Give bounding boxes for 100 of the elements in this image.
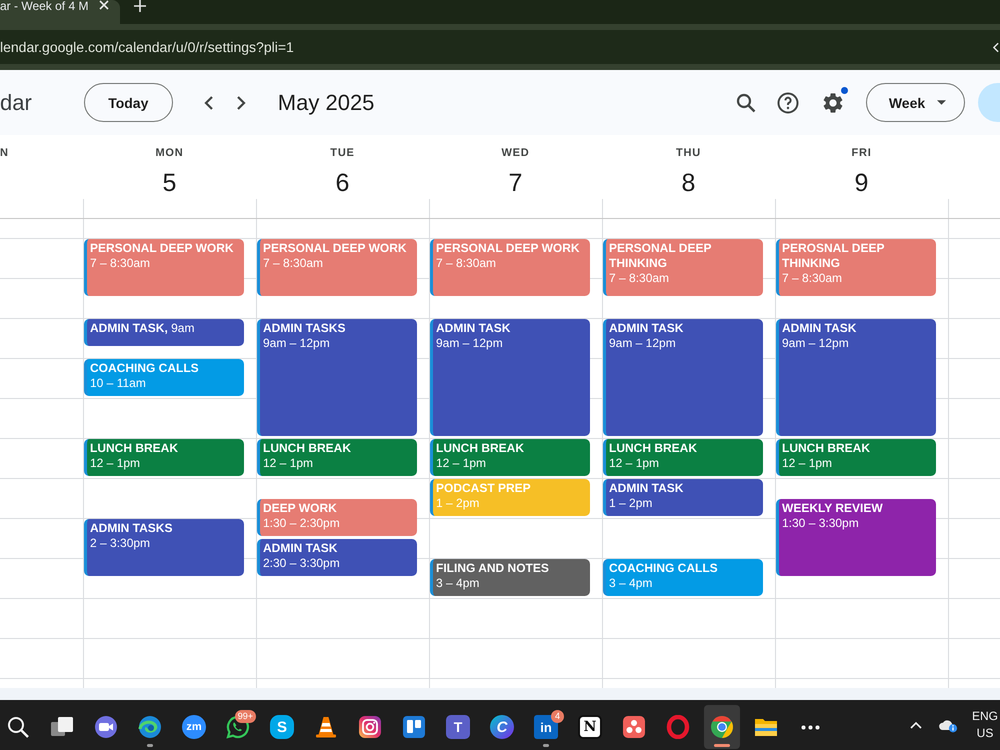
help-icon[interactable]: [776, 90, 800, 114]
day-number[interactable]: 5: [162, 168, 176, 198]
event-time: 12 – 1pm: [609, 456, 660, 471]
event-time: 1 – 2pm: [609, 496, 652, 511]
event-card[interactable]: LUNCH BREAK 12 – 1pm: [776, 439, 936, 476]
chevron-left-icon[interactable]: [993, 42, 999, 52]
event-card[interactable]: FILING AND NOTES 3 – 4pm: [430, 559, 590, 596]
rounded-camera-icon: [358, 715, 382, 739]
event-card[interactable]: WEEKLY REVIEW 1:30 – 3:30pm: [776, 499, 936, 576]
chevron-up-icon[interactable]: [910, 721, 922, 729]
event-title: PODCAST PREP: [436, 481, 531, 496]
event-time: 3 – 4pm: [436, 576, 480, 591]
event-time: 7 – 8:30am: [436, 256, 496, 271]
event-card[interactable]: ADMIN TASKS 9am – 12pm: [257, 319, 417, 436]
address-bar[interactable]: lendar.google.com/calendar/u/0/r/settings?pli=1: [0, 30, 1000, 64]
event-title: ADMIN TASKS: [263, 321, 346, 336]
event-title: PERSONAL DEEP WORK: [263, 241, 407, 256]
event-title: PEROSNAL DEEP THINKING: [782, 241, 886, 271]
event-title: ADMIN TASK: [609, 321, 684, 336]
day-number[interactable]: 6: [336, 168, 350, 198]
event-title: LUNCH BREAK: [782, 441, 870, 456]
event-title: COACHING CALLS: [90, 361, 199, 376]
event-title: COACHING CALLS: [609, 561, 718, 576]
weekday-label: TUE: [330, 146, 355, 160]
weekday-label: N: [0, 146, 9, 160]
dots-tile-icon: [622, 715, 646, 739]
event-card[interactable]: LUNCH BREAK 12 – 1pm: [84, 439, 244, 476]
weekday-label: THU: [676, 146, 701, 160]
event-card[interactable]: LUNCH BREAK 12 – 1pm: [430, 439, 590, 476]
event-time: 9am – 12pm: [782, 336, 849, 351]
event-title: WEEKLY REVIEW: [782, 501, 883, 516]
event-card[interactable]: ADMIN TASKS 2 – 3:30pm: [84, 519, 244, 576]
taskbar-button[interactable]: N: [572, 705, 608, 749]
settings-icon[interactable]: [821, 90, 845, 114]
ring-icon: [666, 715, 690, 739]
event-card[interactable]: ADMIN TASK, 9am: [84, 319, 244, 346]
cloud-icon[interactable]: [938, 718, 958, 732]
event-title: LUNCH BREAK: [609, 441, 697, 456]
day-number[interactable]: 8: [682, 168, 696, 198]
event-card[interactable]: LUNCH BREAK 12 – 1pm: [257, 439, 417, 476]
event-time: 1:30 – 3:30pm: [782, 516, 859, 531]
view-dropdown-button[interactable]: Week: [866, 83, 965, 122]
taskbar-button[interactable]: C: [484, 705, 520, 749]
event-time: 7 – 8:30am: [609, 271, 670, 286]
event-time: 3 – 4pm: [609, 576, 652, 591]
today-button[interactable]: Today: [84, 83, 173, 122]
event-time: 7 – 8:30am: [782, 271, 842, 286]
event-title: PERSONAL DEEP THINKING: [609, 241, 712, 271]
event-card[interactable]: ADMIN TASK 1 – 2pm: [603, 479, 763, 516]
taskbar-button[interactable]: [704, 705, 740, 749]
segmented-circle-icon: [710, 715, 734, 739]
caret-down-icon: [937, 100, 946, 105]
event-time: 12 – 1pm: [263, 456, 314, 471]
event-title: DEEP WORK: [263, 501, 337, 516]
app-title: dar: [0, 90, 32, 116]
event-time: 10 – 11am: [90, 376, 146, 391]
browser-tab[interactable]: ar - Week of 4 M: [0, 0, 120, 24]
event-card[interactable]: ADMIN TASK 9am – 12pm: [776, 319, 936, 436]
event-title: ADMIN TASK: [263, 541, 338, 556]
event-time: 12 – 1pm: [90, 456, 140, 471]
day-number[interactable]: 7: [508, 168, 522, 198]
board-icon: [402, 715, 426, 739]
event-title: FILING AND NOTES: [436, 561, 549, 576]
event-time: 9am – 12pm: [609, 336, 676, 351]
event-time: 12 – 1pm: [436, 456, 486, 471]
close-icon[interactable]: [99, 0, 109, 10]
new-tab-icon[interactable]: [134, 0, 146, 12]
event-card[interactable]: LUNCH BREAK 12 – 1pm: [603, 439, 763, 476]
day-number[interactable]: 9: [854, 168, 868, 198]
event-time: 7 – 8:30am: [90, 256, 150, 271]
input-region[interactable]: US: [976, 725, 994, 742]
event-time: 2 – 3:30pm: [90, 536, 150, 551]
event-title: LUNCH BREAK: [436, 441, 524, 456]
notification-badge: 4: [551, 710, 564, 723]
notification-badge: 99+: [234, 710, 256, 723]
event-time: 2:30 – 3:30pm: [263, 556, 340, 571]
weekday-label: FRI: [851, 146, 872, 160]
event-time: 7 – 8:30am: [263, 256, 324, 271]
event-time: 1:30 – 2:30pm: [263, 516, 340, 531]
event-title: LUNCH BREAK: [263, 441, 351, 456]
event-time: 12 – 1pm: [782, 456, 832, 471]
event-title: PERSONAL DEEP WORK: [90, 241, 234, 256]
event-title: PERSONAL DEEP WORK: [436, 241, 580, 256]
event-title: ADMIN TASK: [782, 321, 856, 336]
swirl-icon: [138, 715, 162, 739]
event-time: 9am – 12pm: [436, 336, 503, 351]
taskbar-button[interactable]: in 4: [528, 705, 564, 749]
stacked-squares-icon: [50, 715, 74, 739]
event-card[interactable]: ADMIN TASK 9am – 12pm: [603, 319, 763, 436]
event-card[interactable]: ADMIN TASK 9am – 12pm: [430, 319, 590, 436]
event-title: ADMIN TASK: [609, 481, 684, 496]
taskbar-button[interactable]: T: [440, 705, 476, 749]
video-camera-icon: [94, 715, 118, 739]
more-icon: [800, 724, 820, 730]
event-time: 9am: [171, 321, 194, 335]
search-icon: [6, 715, 30, 739]
event-title: LUNCH BREAK: [90, 441, 178, 456]
input-language[interactable]: ENG: [972, 708, 998, 725]
event-title: ADMIN TASK,: [90, 321, 168, 335]
event-card[interactable]: ADMIN TASK 2:30 – 3:30pm: [257, 539, 417, 576]
